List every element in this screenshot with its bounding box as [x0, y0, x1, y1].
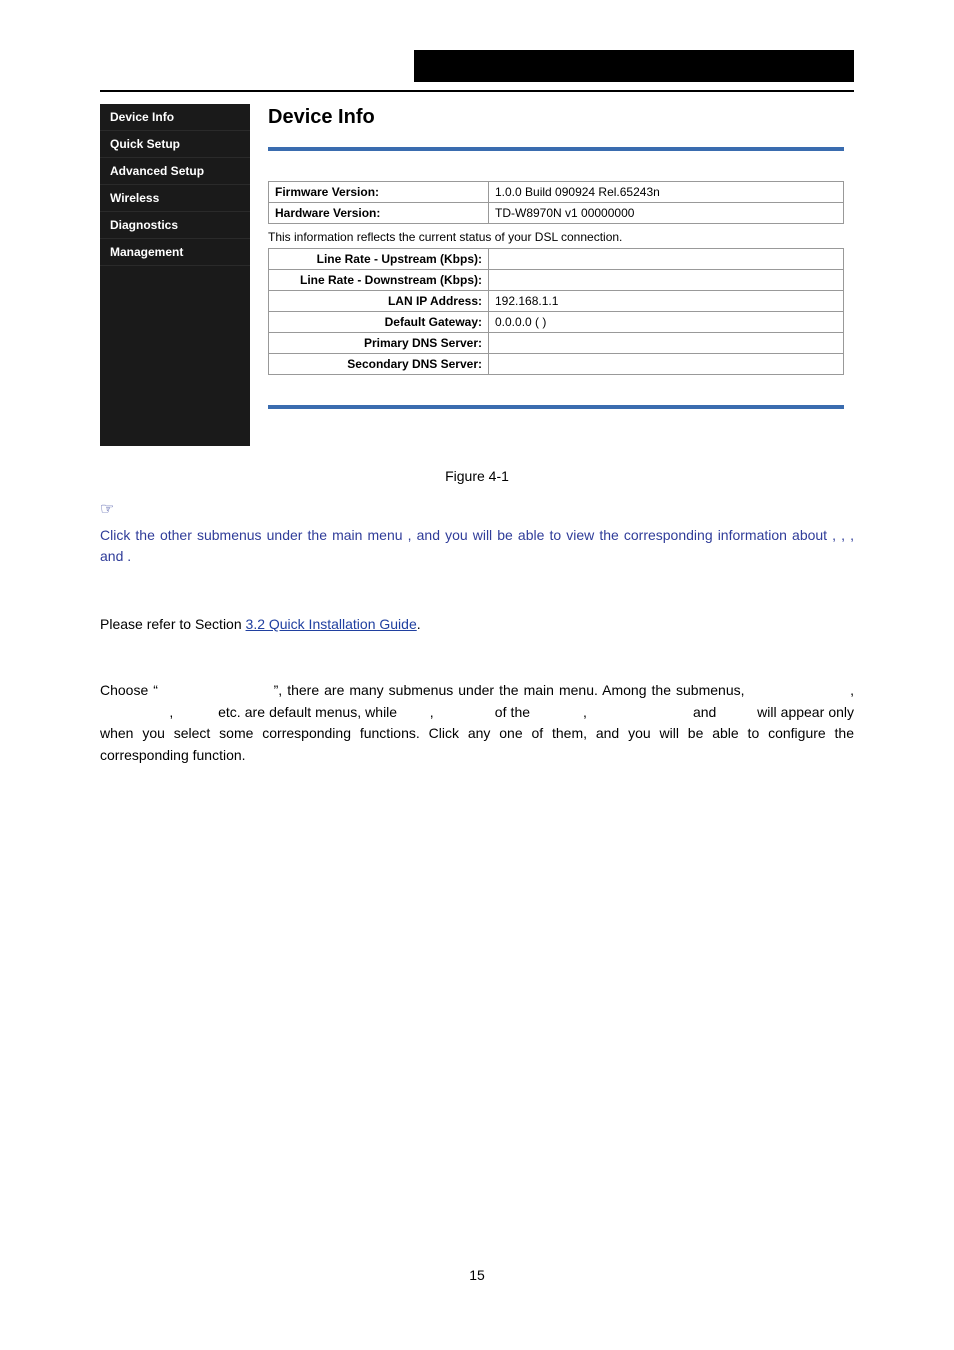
figure-caption: Figure 4-1	[100, 468, 854, 484]
divider-bottom	[268, 405, 844, 409]
downstream-label: Line Rate - Downstream (Kbps):	[269, 270, 489, 291]
table-row: Line Rate - Upstream (Kbps):	[269, 249, 844, 270]
adv-d: of the	[491, 704, 534, 720]
note-comma-s2c: ,	[430, 704, 438, 720]
note-dot: .	[127, 548, 131, 564]
note-comma3: ,	[850, 527, 854, 543]
note-part-b: , and you will be able to view the corre…	[408, 527, 833, 543]
sidebar-item-management[interactable]: Management	[100, 239, 250, 266]
page-number: 15	[100, 1267, 854, 1283]
device-info-screenshot: Device Info Quick Setup Advanced Setup W…	[100, 104, 854, 446]
note-comma1: ,	[832, 527, 841, 543]
adv-b: ”, there are many submenus under the mai…	[274, 682, 750, 698]
main-panel: Device Info Firmware Version: 1.0.0 Buil…	[268, 104, 854, 419]
downstream-value	[489, 270, 844, 291]
divider-top	[268, 147, 844, 151]
note-comma-s2d: ,	[583, 704, 591, 720]
gateway-label: Default Gateway:	[269, 312, 489, 333]
upstream-label: Line Rate - Upstream (Kbps):	[269, 249, 489, 270]
note-comma2: ,	[841, 527, 850, 543]
table-row: Firmware Version: 1.0.0 Build 090924 Rel…	[269, 182, 844, 203]
dns2-value	[489, 354, 844, 375]
dns2-label: Secondary DNS Server:	[269, 354, 489, 375]
hardware-version-value: TD-W8970N v1 00000000	[489, 203, 844, 224]
dns1-label: Primary DNS Server:	[269, 333, 489, 354]
adv-c: etc. are default menus, while	[214, 704, 401, 720]
table-row: Line Rate - Downstream (Kbps):	[269, 270, 844, 291]
status-table: Line Rate - Upstream (Kbps): Line Rate -…	[268, 248, 844, 375]
sidebar-item-quick-setup[interactable]: Quick Setup	[100, 131, 250, 158]
table-row: Hardware Version: TD-W8970N v1 00000000	[269, 203, 844, 224]
sidebar: Device Info Quick Setup Advanced Setup W…	[100, 104, 250, 446]
note-block: ☞ Click the other submenus under the mai…	[100, 498, 854, 568]
lan-ip-value: 192.168.1.1	[489, 291, 844, 312]
version-table: Firmware Version: 1.0.0 Build 090924 Rel…	[268, 181, 844, 224]
note-text: Click the other submenus under the main …	[100, 525, 854, 568]
note-part-a: Click the other submenus under the main …	[100, 527, 408, 543]
section-quick-install: Please refer to Section 3.2 Quick Instal…	[100, 614, 854, 636]
firmware-version-value: 1.0.0 Build 090924 Rel.65243n	[489, 182, 844, 203]
hardware-version-label: Hardware Version:	[269, 203, 489, 224]
header-rule	[100, 90, 854, 92]
table-row: Default Gateway: 0.0.0.0 ( )	[269, 312, 844, 333]
adv-a: Choose “	[100, 682, 158, 698]
firmware-version-label: Firmware Version:	[269, 182, 489, 203]
page-title: Device Info	[268, 106, 844, 129]
pointing-hand-icon: ☞	[100, 501, 114, 518]
table-row: LAN IP Address: 192.168.1.1	[269, 291, 844, 312]
dns1-value	[489, 333, 844, 354]
lan-ip-label: LAN IP Address:	[269, 291, 489, 312]
sidebar-item-advanced-setup[interactable]: Advanced Setup	[100, 158, 250, 185]
refer-pre: Please refer to Section	[100, 616, 246, 632]
header-black-bar	[414, 50, 854, 82]
section-advanced-setup: Choose “ ”, there are many submenus unde…	[100, 680, 854, 767]
quick-install-link[interactable]: 3.2 Quick Installation Guide	[246, 616, 417, 632]
sidebar-item-diagnostics[interactable]: Diagnostics	[100, 212, 250, 239]
status-note: This information reflects the current st…	[268, 230, 844, 244]
table-row: Secondary DNS Server:	[269, 354, 844, 375]
sidebar-item-device-info[interactable]: Device Info	[100, 104, 250, 131]
note-comma-s2a: ,	[850, 682, 854, 698]
gateway-value: 0.0.0.0 ( )	[489, 312, 844, 333]
sidebar-item-wireless[interactable]: Wireless	[100, 185, 250, 212]
refer-post: .	[417, 616, 421, 632]
note-comma-s2b: ,	[169, 704, 177, 720]
adv-e: and	[689, 704, 721, 720]
table-row: Primary DNS Server:	[269, 333, 844, 354]
upstream-value	[489, 249, 844, 270]
note-and: and	[100, 548, 127, 564]
